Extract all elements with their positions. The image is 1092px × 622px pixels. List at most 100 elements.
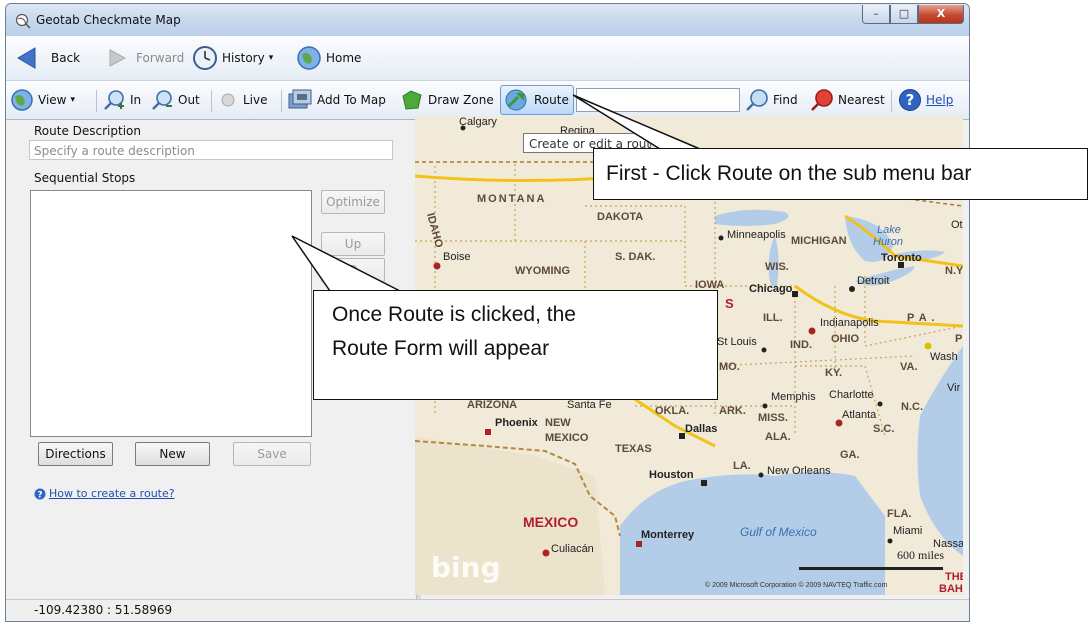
- map-label-montana: MONTANA: [477, 193, 546, 205]
- home-button[interactable]: Home: [296, 36, 361, 80]
- map-label-the: THE: [945, 571, 963, 583]
- down-button[interactable]: D: [321, 258, 385, 282]
- app-globe-icon: [15, 13, 31, 32]
- zoom-out-label: Out: [178, 93, 200, 107]
- how-to-create-route-link[interactable]: How to create a route?: [49, 487, 175, 500]
- map-label-new-orleans: New Orleans: [767, 465, 831, 477]
- directions-button[interactable]: Directions: [38, 442, 113, 466]
- route-description-input[interactable]: Specify a route description: [29, 140, 393, 160]
- map-label-detroit: Detroit: [857, 275, 889, 287]
- view-dropdown-icon[interactable]: ▾: [70, 95, 75, 105]
- title-bar: Geotab Checkmate Map – □ X: [6, 4, 969, 36]
- help-question-icon: ?: [899, 89, 921, 111]
- map-label-ottawa: Ot: [951, 219, 963, 231]
- map-label-ark: ARK.: [719, 405, 746, 417]
- maximize-button[interactable]: □: [890, 5, 918, 24]
- map-label-arizona: ARIZONA: [467, 399, 517, 411]
- map-label-miami: Miami: [893, 525, 922, 537]
- sub-menu-bar: View ▾ In Out Live Add To Map Draw Zone: [6, 81, 969, 120]
- map-label-minneapolis: Minneapolis: [727, 229, 786, 241]
- help-link[interactable]: Help: [926, 93, 953, 107]
- toolbar-divider: [281, 90, 282, 112]
- add-to-map-icon: [288, 89, 312, 109]
- live-label: Live: [243, 93, 268, 107]
- map-label-p: P: [955, 333, 962, 345]
- up-button[interactable]: Up: [321, 232, 385, 256]
- history-label: History: [222, 51, 265, 65]
- map-label-va: VA.: [900, 361, 918, 373]
- map-label-huron: Huron: [873, 236, 903, 248]
- map-label-pa: P A .: [907, 312, 935, 324]
- route-label: Route: [534, 93, 569, 107]
- history-dropdown-icon[interactable]: ▾: [269, 53, 274, 63]
- zoom-in-icon: [104, 90, 124, 110]
- callout-first-step: First - Click Route on the sub menu bar: [593, 148, 1088, 200]
- coordinates-readout: -109.42380 : 51.58969: [34, 603, 173, 617]
- how-to-create-route[interactable]: ? How to create a route?: [34, 487, 175, 500]
- map-label-houston: Houston: [649, 469, 694, 481]
- bing-logo: bing: [431, 551, 501, 584]
- zoom-in-label: In: [130, 93, 142, 107]
- close-button[interactable]: X: [918, 5, 964, 24]
- forward-button[interactable]: Forward: [106, 36, 184, 80]
- toolbar-divider: [891, 90, 892, 112]
- forward-label: Forward: [136, 51, 185, 65]
- new-button[interactable]: New: [135, 442, 210, 466]
- map-scale-label: 600 miles: [897, 548, 944, 562]
- map-label-nc: N.C.: [901, 401, 923, 413]
- map-label-ga: GA.: [840, 449, 860, 461]
- minimize-button[interactable]: –: [862, 5, 890, 24]
- map-label-sc: S.C.: [873, 423, 894, 435]
- find-button[interactable]: Find: [745, 81, 798, 119]
- sequential-stops-label: Sequential Stops: [34, 171, 136, 185]
- map-label-la: LA.: [733, 460, 751, 472]
- map-label-ny: N.Y: [945, 265, 963, 277]
- add-to-map-label: Add To Map: [317, 93, 386, 107]
- svg-text:?: ?: [37, 490, 42, 500]
- map-label-bahamas: BAHAM: [939, 583, 963, 595]
- route-description-label: Route Description: [34, 124, 141, 138]
- clock-icon: [193, 46, 217, 70]
- map-label-wis: WIS.: [765, 261, 789, 273]
- map-label-new: NEW: [545, 417, 571, 429]
- map-label-mo: MO.: [719, 361, 740, 373]
- map-label-santa-fe: Santa Fe: [567, 399, 612, 411]
- zoom-out-icon: [152, 90, 172, 110]
- back-label: Back: [51, 51, 81, 65]
- find-input[interactable]: [576, 88, 740, 112]
- map-label-ohio: OHIO: [831, 333, 860, 345]
- draw-zone-button[interactable]: Draw Zone: [400, 81, 494, 119]
- map-label-ind: IND.: [790, 339, 812, 351]
- view-label: View: [38, 93, 67, 107]
- map-label-okla: OKLA.: [655, 405, 689, 417]
- nearest-label: Nearest: [838, 93, 885, 107]
- live-button[interactable]: Live: [220, 81, 268, 119]
- map-label-ill: ILL.: [763, 312, 783, 324]
- help-button[interactable]: ? Help: [898, 81, 953, 119]
- back-button[interactable]: Back: [15, 36, 80, 80]
- map-label-michigan: MICHIGAN: [791, 235, 847, 247]
- view-button[interactable]: View ▾: [10, 81, 75, 119]
- zoom-in-button[interactable]: In: [102, 81, 141, 119]
- map-label-toronto: Toronto: [881, 252, 922, 264]
- sequential-stops-list[interactable]: [30, 190, 312, 437]
- zoom-out-button[interactable]: Out: [150, 81, 200, 119]
- map-label-texas: TEXAS: [615, 443, 652, 455]
- map-label-dallas: Dallas: [685, 423, 717, 435]
- optimize-button[interactable]: Optimize: [321, 190, 385, 214]
- map-label-calgary: Calgary: [459, 116, 497, 128]
- nearest-button[interactable]: Nearest: [810, 81, 885, 119]
- map-label-phoenix: Phoenix: [495, 417, 539, 429]
- navigation-bar: Back Forward History ▾ Home: [6, 36, 969, 81]
- route-button[interactable]: Route: [504, 81, 569, 119]
- map-label-s-dak: S. DAK.: [615, 251, 655, 263]
- add-to-map-button[interactable]: Add To Map: [287, 81, 386, 119]
- history-button[interactable]: History ▾: [192, 36, 273, 80]
- map-label-fla: FLA.: [887, 508, 911, 520]
- map-label-memphis: Memphis: [771, 391, 816, 403]
- save-button[interactable]: Save: [233, 442, 311, 466]
- map-label-gulf-of-mexico: Gulf of Mexico: [740, 525, 817, 539]
- find-label: Find: [773, 93, 798, 107]
- map-label-indianapolis: Indianapolis: [820, 317, 879, 329]
- map-scale-bar: [799, 567, 943, 570]
